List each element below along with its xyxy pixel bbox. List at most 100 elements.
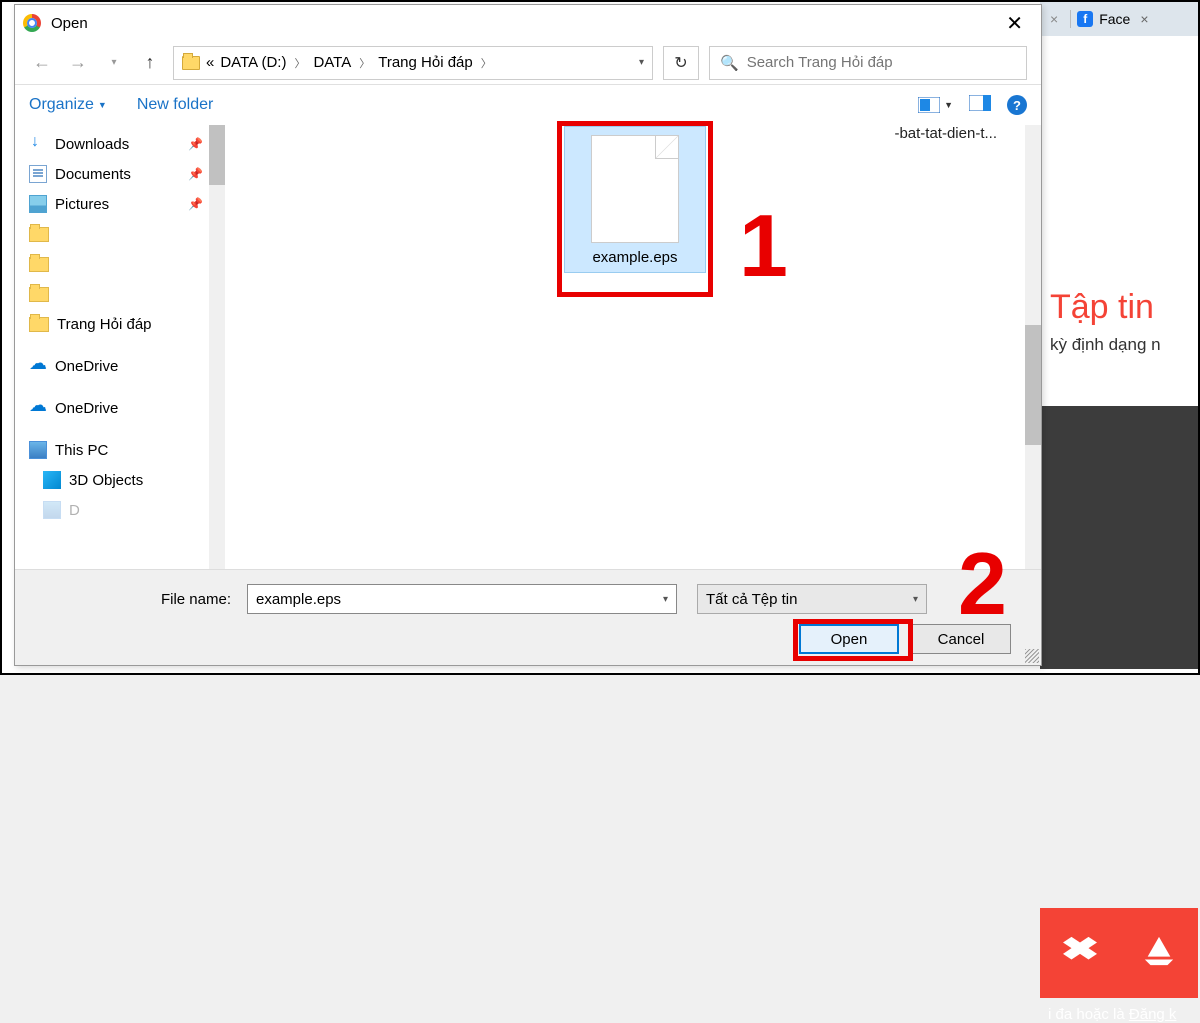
page-dark-section: i đa hoặc là Đăng k (1040, 406, 1198, 669)
close-button[interactable]: ✕ (996, 11, 1033, 36)
annotation-number-1: 1 (739, 195, 788, 297)
filetype-value: Tất cả Tệp tin (706, 591, 797, 608)
background-browser: × f Face × Tập tin kỳ định dạng n i đa h… (1040, 2, 1198, 669)
tree-item-onedrive[interactable]: OneDrive (29, 393, 225, 423)
folder-icon (29, 227, 49, 242)
file-list[interactable]: -bat-tat-dien-t... example.eps 1 (225, 125, 1041, 569)
chevron-right-icon: 〉 (292, 55, 307, 71)
pin-icon: 📌 (188, 137, 203, 151)
filename-combobox[interactable]: example.eps ▾ (247, 584, 677, 614)
folder-icon (29, 287, 49, 302)
breadcrumb-root[interactable]: « (206, 54, 214, 71)
chevron-down-icon: ▼ (944, 100, 953, 110)
tree-label: D (69, 502, 80, 519)
pictures-icon (29, 195, 47, 213)
tree-item-folder[interactable] (29, 219, 225, 249)
back-button[interactable]: ← (29, 50, 55, 76)
filename-value: example.eps (256, 591, 341, 608)
breadcrumb-part-0[interactable]: DATA (D:) (220, 54, 286, 71)
page-subtext: kỳ định dạng n (1040, 335, 1198, 355)
nav-row: ← → ▾ ↑ « DATA (D:) 〉 DATA 〉 Trang Hỏi đ… (15, 41, 1041, 85)
annotation-box-1 (557, 121, 713, 297)
view-mode-button[interactable]: ▼ (918, 97, 953, 113)
tree-item-folder[interactable] (29, 249, 225, 279)
nav-tree: Downloads 📌 Documents📌 Pictures 📌 Trang Hỏ… (15, 125, 225, 569)
search-icon: 🔍 (720, 54, 739, 72)
resize-grip[interactable] (1025, 649, 1039, 663)
tree-label: OneDrive (55, 400, 118, 417)
tab-label: Face (1099, 11, 1130, 27)
folder-icon (29, 257, 49, 272)
help-button[interactable]: ? (1007, 95, 1027, 115)
upload-sources-bar (1040, 908, 1198, 998)
dialog-title: Open (51, 15, 88, 32)
preview-pane-icon (969, 95, 991, 111)
onedrive-icon (29, 357, 47, 375)
new-folder-button[interactable]: New folder (137, 96, 213, 114)
tree-label: Pictures (55, 196, 109, 213)
annotation-number-2: 2 (958, 533, 1007, 635)
refresh-button[interactable]: ↻ (663, 46, 699, 80)
tree-item-this-pc[interactable]: This PC (29, 435, 225, 465)
scrollbar-thumb[interactable] (209, 125, 225, 185)
tree-label: Trang Hỏi đáp (57, 316, 152, 333)
browser-tab-facebook[interactable]: f Face × (1077, 11, 1148, 27)
organize-menu[interactable]: Organize ▼ (29, 96, 107, 114)
chevron-down-icon[interactable]: ▾ (663, 594, 668, 605)
address-bar[interactable]: « DATA (D:) 〉 DATA 〉 Trang Hỏi đáp 〉 ▾ (173, 46, 653, 80)
tree-item-downloads[interactable]: Downloads 📌 (29, 129, 225, 159)
chevron-down-icon[interactable]: ▾ (913, 594, 918, 605)
dialog-footer: File name: example.eps ▾ Tất cả Tệp tin … (15, 569, 1041, 665)
dropbox-icon[interactable] (1063, 934, 1097, 972)
tree-label: 3D Objects (69, 472, 143, 489)
preview-pane-button[interactable] (969, 95, 991, 116)
up-button[interactable]: ↑ (137, 50, 163, 76)
file-item-truncated[interactable]: -bat-tat-dien-t... (894, 125, 997, 142)
tree-item-documents[interactable]: Documents📌 (29, 159, 225, 189)
toolbar: Organize ▼ New folder ▼ ? (15, 85, 1041, 125)
chrome-icon (23, 14, 41, 32)
tree-item-3d-objects[interactable]: 3D Objects (29, 465, 225, 495)
facebook-icon: f (1077, 11, 1093, 27)
scrollbar-thumb[interactable] (1025, 325, 1041, 445)
annotation-box-2 (793, 619, 913, 661)
search-input[interactable] (747, 54, 1016, 71)
tree-label: This PC (55, 442, 108, 459)
cube-icon (43, 471, 61, 489)
breadcrumb-part-2[interactable]: Trang Hỏi đáp (378, 54, 473, 71)
tree-item-pictures[interactable]: Pictures 📌 (29, 189, 225, 219)
thumbnail-view-icon (918, 97, 940, 113)
pc-icon (29, 441, 47, 459)
page-heading: Tập tin (1040, 288, 1198, 327)
folder-icon (29, 317, 49, 332)
forward-button: → (65, 50, 91, 76)
page-footer-text: i đa hoặc là Đăng k (1048, 1006, 1176, 1023)
download-icon (29, 135, 47, 153)
tab-close-icon[interactable]: × (1140, 11, 1148, 27)
search-box[interactable]: 🔍 (709, 46, 1027, 80)
address-dropdown-icon[interactable]: ▾ (639, 57, 644, 68)
tree-item-desktop[interactable]: D (29, 495, 225, 525)
tree-label: Downloads (55, 136, 129, 153)
tree-item-trang-hoi-dap[interactable]: Trang Hỏi đáp (29, 309, 225, 339)
tree-label: OneDrive (55, 358, 118, 375)
dialog-titlebar: Open ✕ (15, 5, 1041, 41)
pin-icon: 📌 (188, 197, 203, 211)
onedrive-icon (29, 399, 47, 417)
recent-dropdown[interactable]: ▾ (101, 50, 127, 76)
tree-label: Documents (55, 166, 131, 183)
filename-label: File name: (37, 591, 237, 608)
breadcrumb-part-1[interactable]: DATA (313, 54, 351, 71)
filetype-select[interactable]: Tất cả Tệp tin ▾ (697, 584, 927, 614)
google-drive-icon[interactable] (1142, 934, 1176, 972)
tree-item-folder[interactable] (29, 279, 225, 309)
signup-link[interactable]: Đăng k (1129, 1006, 1177, 1023)
desktop-icon (43, 501, 61, 519)
organize-label: Organize (29, 96, 94, 114)
browser-tab-strip: × f Face × (1040, 2, 1198, 36)
tree-item-onedrive[interactable]: OneDrive (29, 351, 225, 381)
chevron-right-icon: 〉 (479, 55, 494, 71)
open-file-dialog: Open ✕ ← → ▾ ↑ « DATA (D:) 〉 DATA 〉 Tran… (14, 4, 1042, 666)
folder-icon (182, 56, 200, 70)
document-icon (29, 165, 47, 183)
